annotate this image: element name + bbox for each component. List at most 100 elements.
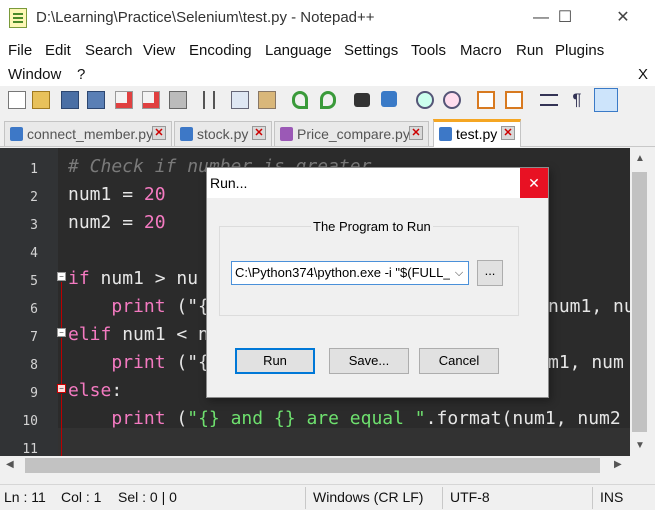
line-number-gutter: 1 2 3 4 5 6 7 8 9 10 11 <box>0 148 58 456</box>
browse-button[interactable]: ... <box>477 260 503 286</box>
tab-close-icon[interactable]: ✕ <box>409 126 423 140</box>
menu-edit[interactable]: Edit <box>45 42 71 59</box>
tab-close-icon[interactable]: ✕ <box>252 126 266 140</box>
run-button[interactable]: Run <box>235 348 315 374</box>
horizontal-scroll-thumb[interactable] <box>25 458 600 473</box>
code-text: num2 <box>68 212 112 233</box>
sync-h-icon[interactable] <box>505 91 523 109</box>
close-icon[interactable] <box>115 91 133 109</box>
paste-icon[interactable] <box>258 91 276 109</box>
dialog-close-button[interactable]: ✕ <box>520 168 548 198</box>
title-bar: D:\Learning\Practice\Selenium\test.py - … <box>0 0 655 38</box>
status-insert-mode[interactable]: INS <box>600 489 623 505</box>
program-command-combobox[interactable]: C:\Python374\python.exe -i "$(FULL_ ⌵ <box>231 261 469 285</box>
close-document-button[interactable]: X <box>638 66 648 83</box>
scroll-up-icon[interactable]: ▲ <box>635 153 645 164</box>
vertical-scrollbar[interactable]: ▲ ▼ <box>630 148 649 456</box>
toolbar: ¶ <box>0 86 655 116</box>
tab-price-compare[interactable]: Price_compare.py ✕ <box>274 121 429 146</box>
window-close-button[interactable]: ✕ <box>600 0 646 38</box>
file-saved-icon <box>439 127 452 141</box>
menu-macro[interactable]: Macro <box>460 42 502 59</box>
menu-run[interactable]: Run <box>516 42 544 59</box>
menu-help[interactable]: ? <box>77 66 85 83</box>
line-number: 9 <box>30 386 38 401</box>
tab-bar: connect_member.py ✕ stock.py ✕ Price_com… <box>0 117 655 147</box>
file-saved-icon <box>10 127 23 141</box>
code-line-3: num2 = 20 <box>68 212 166 233</box>
menu-search[interactable]: Search <box>85 42 133 59</box>
menu-window[interactable]: Window <box>8 66 61 83</box>
code-keyword: print <box>111 352 166 373</box>
code-text: num1 > nu <box>89 268 199 289</box>
fold-line <box>61 338 62 384</box>
notepadpp-logo-icon <box>9 8 27 28</box>
copy-icon[interactable] <box>231 91 249 109</box>
code-text: m1, num <box>548 352 624 373</box>
menu-tools[interactable]: Tools <box>411 42 446 59</box>
tab-connect-member[interactable]: connect_member.py ✕ <box>4 121 172 146</box>
tab-close-icon[interactable]: ✕ <box>501 126 515 140</box>
redo-icon[interactable] <box>320 91 336 109</box>
replace-icon[interactable] <box>381 91 397 107</box>
code-keyword: if <box>68 268 90 289</box>
status-separator <box>442 487 443 509</box>
save-icon[interactable] <box>61 91 79 109</box>
tab-close-icon[interactable]: ✕ <box>152 126 166 140</box>
code-text: .format(num1, num2 <box>425 408 621 429</box>
print-icon[interactable] <box>169 91 187 109</box>
menu-plugins[interactable]: Plugins <box>555 42 604 59</box>
scroll-right-icon[interactable]: ▶ <box>614 459 622 470</box>
menu-encoding[interactable]: Encoding <box>189 42 252 59</box>
status-eol[interactable]: Windows (CR LF) <box>313 489 423 505</box>
open-file-icon[interactable] <box>32 91 50 109</box>
menu-view[interactable]: View <box>143 42 175 59</box>
new-file-icon[interactable] <box>8 91 26 109</box>
line-number: 4 <box>30 246 38 261</box>
save-button[interactable]: Save... <box>329 348 409 374</box>
code-number: 20 <box>143 212 166 233</box>
code-text: ("{ <box>165 296 209 317</box>
undo-icon[interactable] <box>292 91 308 109</box>
scroll-left-icon[interactable]: ◀ <box>6 459 14 470</box>
tab-stock[interactable]: stock.py ✕ <box>174 121 272 146</box>
fold-minus-icon[interactable]: − <box>57 384 66 393</box>
close-all-icon[interactable] <box>142 91 160 109</box>
chevron-down-icon[interactable]: ⌵ <box>450 262 468 284</box>
fold-line <box>61 282 62 328</box>
line-number: 5 <box>30 274 38 289</box>
cut-icon[interactable] <box>203 91 215 109</box>
sync-v-icon[interactable] <box>477 91 495 109</box>
menu-file[interactable]: File <box>8 42 32 59</box>
notepadpp-window: D:\Learning\Practice\Selenium\test.py - … <box>0 0 655 510</box>
code-text: ( <box>165 408 188 429</box>
fold-minus-icon[interactable]: − <box>57 328 66 337</box>
word-wrap-icon[interactable] <box>540 94 558 106</box>
save-all-icon[interactable] <box>87 91 105 109</box>
horizontal-scrollbar[interactable]: ◀ ▶ <box>0 456 630 475</box>
fold-minus-icon[interactable]: − <box>57 272 66 281</box>
show-all-chars-icon[interactable]: ¶ <box>568 91 586 109</box>
menu-settings[interactable]: Settings <box>344 42 398 59</box>
scroll-down-icon[interactable]: ▼ <box>635 440 645 451</box>
code-keyword: elif <box>68 324 112 345</box>
status-separator <box>305 487 306 509</box>
maximize-button[interactable]: ☐ <box>542 0 588 38</box>
tab-test[interactable]: test.py ✕ <box>433 119 521 147</box>
status-separator <box>592 487 593 509</box>
status-encoding[interactable]: UTF-8 <box>450 489 490 505</box>
menu-language[interactable]: Language <box>265 42 332 59</box>
find-icon[interactable] <box>354 93 370 107</box>
indent-guide-icon[interactable] <box>594 88 618 112</box>
code-keyword: print <box>111 296 166 317</box>
tab-label: connect_member.py <box>27 126 154 142</box>
line-number: 7 <box>30 330 38 345</box>
zoom-out-icon[interactable] <box>443 91 461 109</box>
vertical-scroll-thumb[interactable] <box>632 172 647 432</box>
status-bar: Ln : 11 Col : 1 Sel : 0 | 0 Windows (CR … <box>0 484 655 510</box>
zoom-in-icon[interactable] <box>416 91 434 109</box>
cancel-button[interactable]: Cancel <box>419 348 499 374</box>
